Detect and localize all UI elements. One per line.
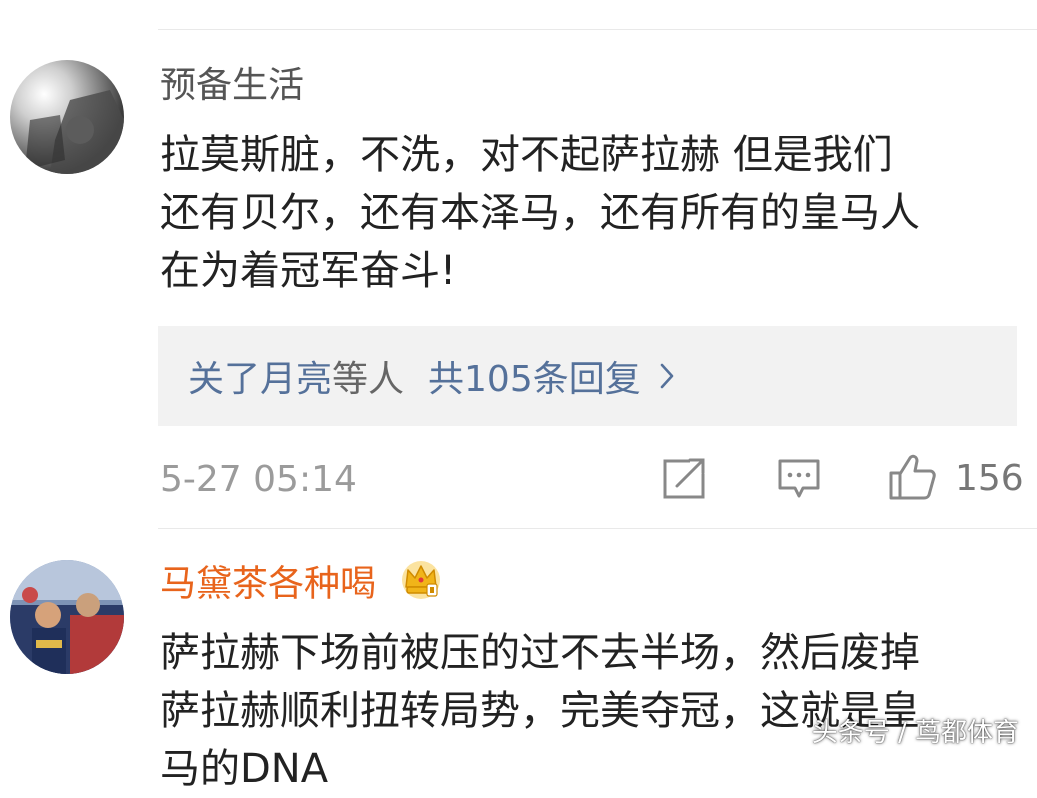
comment-line: 萨拉赫下场前被压的过不去半场，然后废掉: [160, 630, 920, 676]
avatar[interactable]: [10, 60, 124, 174]
comment-text: 拉莫斯脏，不洗，对不起萨拉赫 但是我们 还有贝尔，还有本泽马，还有所有的皇马人 …: [160, 126, 1020, 300]
comment-username[interactable]: 预备生活: [160, 64, 304, 108]
reply-others-label: 等人: [332, 359, 405, 400]
comment-line: 在为着冠军奋斗!: [160, 248, 457, 294]
comment-username-text: 马黛茶各种喝: [160, 563, 377, 605]
comment-icon: [777, 458, 821, 504]
watermark: 头条号 / 茑都体育: [811, 718, 1019, 748]
avatar-image: [10, 560, 124, 674]
avatar-image: [10, 60, 124, 174]
thumbs-up-icon: [887, 453, 937, 505]
comment-divider: [158, 528, 1037, 529]
chevron-right-icon: [659, 362, 675, 390]
reply-author-link[interactable]: 关了月亮: [188, 350, 332, 402]
reply-count-link[interactable]: 共105条回复: [428, 350, 641, 402]
comment-button[interactable]: [777, 458, 821, 504]
like-button[interactable]: 156: [887, 453, 1024, 505]
comment-timestamp: 5-27 05:14: [160, 459, 357, 500]
replies-preview[interactable]: 关了月亮 等人 共105条回复: [158, 326, 1017, 426]
avatar[interactable]: [10, 560, 124, 674]
top-divider: [158, 29, 1037, 30]
share-icon: [662, 456, 708, 504]
like-count: 156: [955, 458, 1024, 499]
comment-username[interactable]: 马黛茶各种喝: [160, 560, 443, 611]
crown-icon: [399, 560, 443, 611]
comment-text: 萨拉赫下场前被压的过不去半场，然后废掉 萨拉赫顺利扭转局势，完美夺冠，这就是皇 …: [160, 624, 1020, 798]
comment-line: 还有贝尔，还有本泽马，还有所有的皇马人: [160, 190, 920, 236]
comment-line: 拉莫斯脏，不洗，对不起萨拉赫 但是我们: [160, 132, 893, 178]
repost-button[interactable]: [662, 456, 708, 504]
